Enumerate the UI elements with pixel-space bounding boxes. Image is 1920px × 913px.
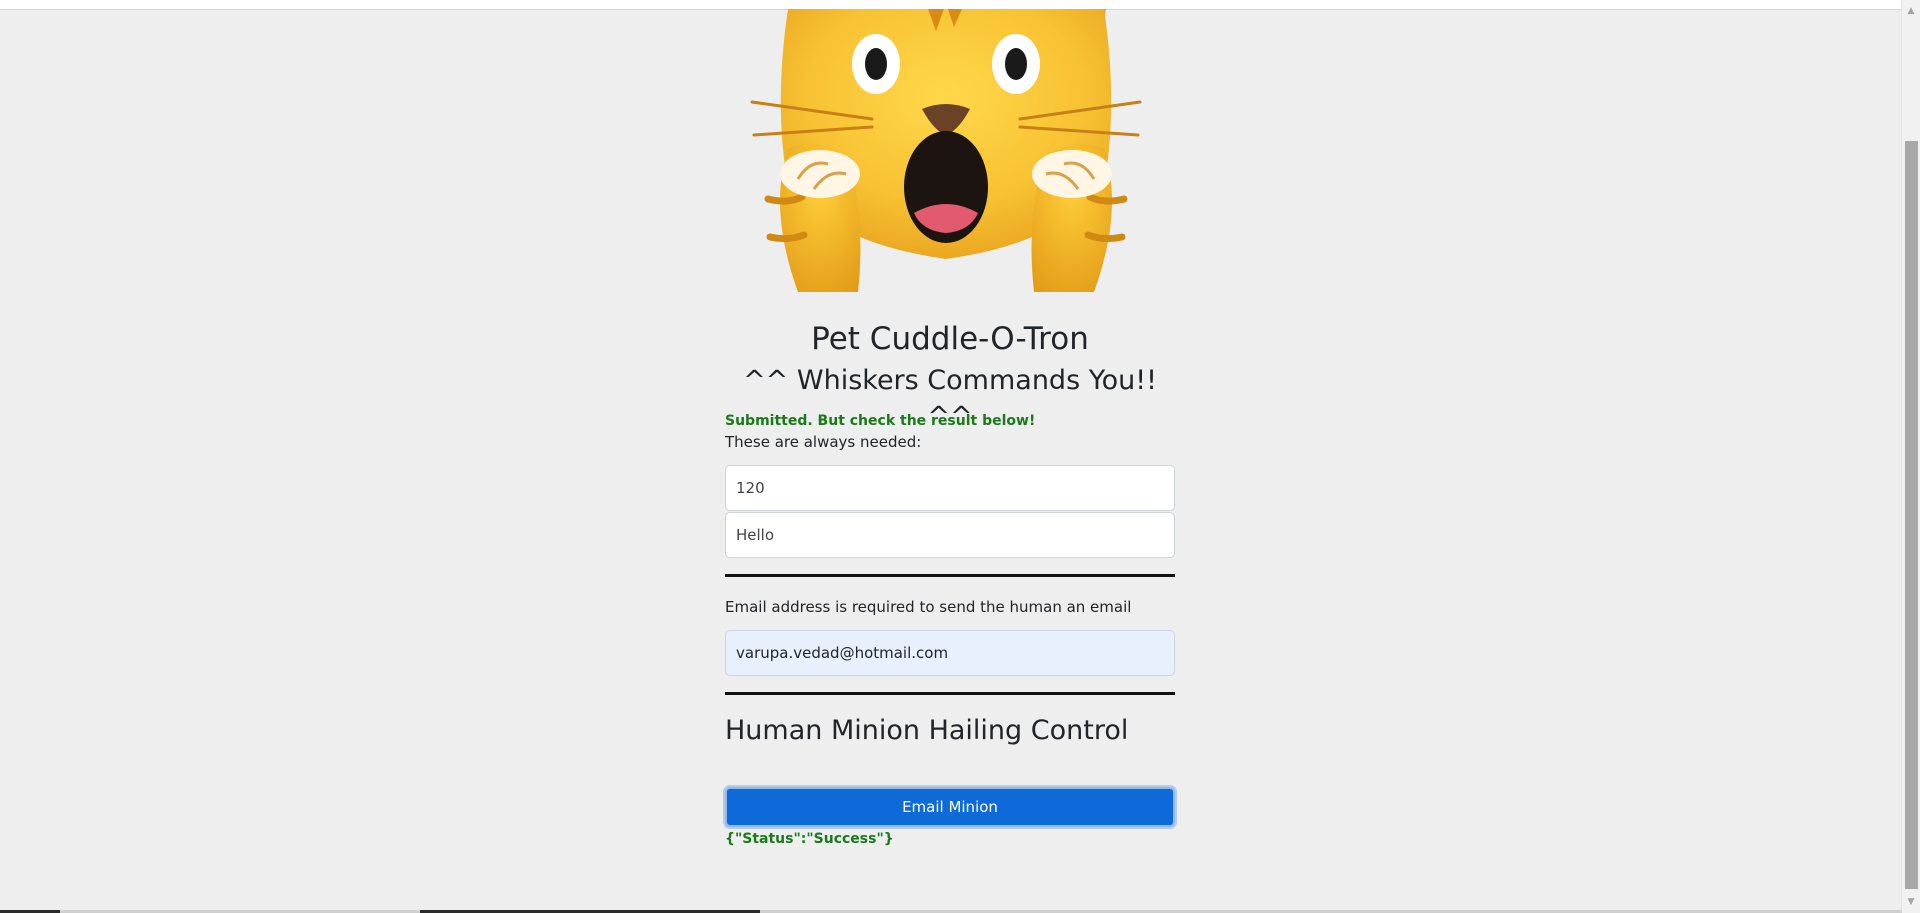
scroll-thumb[interactable] <box>1905 141 1918 889</box>
email-minion-button[interactable]: Email Minion <box>725 787 1175 827</box>
result-output: {"Status":"Success"} <box>725 831 894 847</box>
scroll-down-icon[interactable]: ▼ <box>1902 895 1920 909</box>
divider <box>725 574 1175 577</box>
scroll-up-icon[interactable]: ▲ <box>1902 4 1920 18</box>
divider <box>725 692 1175 695</box>
status-message: Submitted. But check the result below! <box>725 413 1036 429</box>
page: Pet Cuddle-O-Tron ^^ Whiskers Commands Y… <box>0 0 1920 913</box>
page-title: Pet Cuddle-O-Tron <box>811 321 1089 357</box>
section-heading: Human Minion Hailing Control <box>725 715 1129 746</box>
page-subtitle: ^^ Whiskers Commands You!! ^^ <box>743 365 1157 432</box>
email-note: Email address is required to send the hu… <box>725 598 1132 616</box>
message-input[interactable] <box>725 512 1175 558</box>
vertical-scrollbar[interactable]: ▲ ▼ <box>1901 0 1920 913</box>
delay-input[interactable] <box>725 465 1175 511</box>
screaming-cat-icon <box>748 9 1144 292</box>
email-field[interactable] <box>725 630 1175 676</box>
main-content: Pet Cuddle-O-Tron ^^ Whiskers Commands Y… <box>725 314 1175 849</box>
